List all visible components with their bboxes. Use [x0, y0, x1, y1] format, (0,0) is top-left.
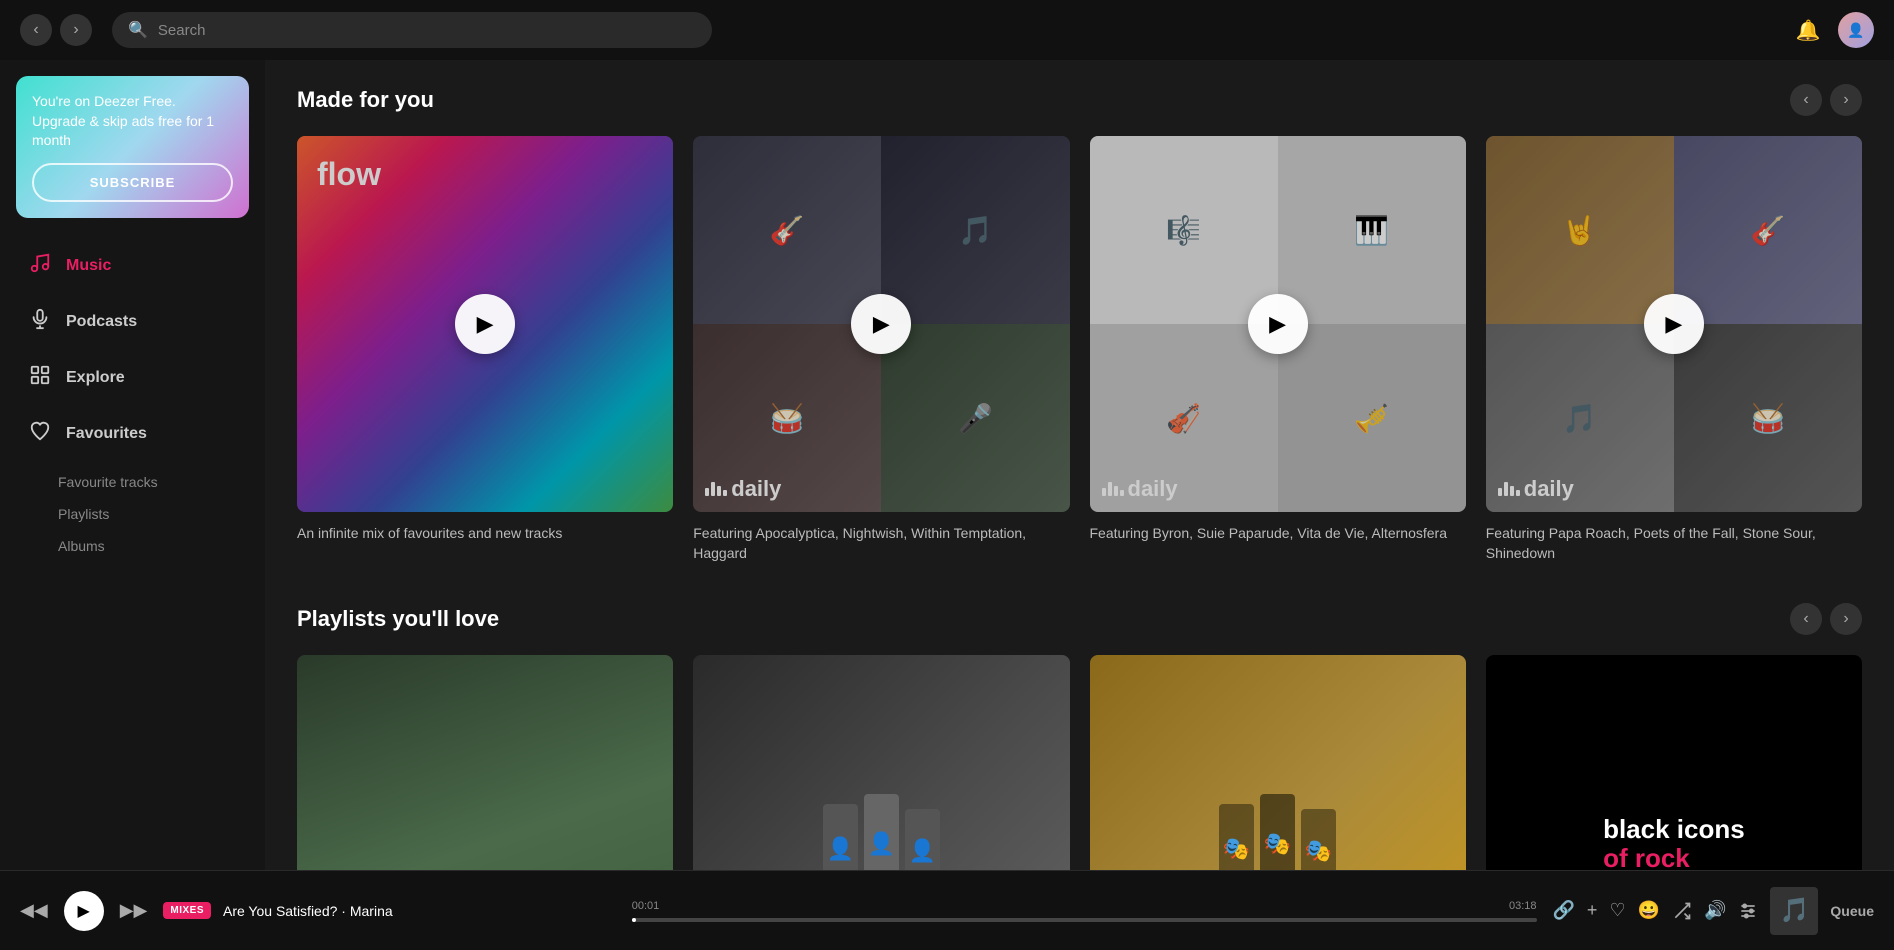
sidebar-item-music-label: Music [66, 257, 111, 275]
playlist2-card[interactable]: 👤 👤 👤 [693, 655, 1069, 870]
queue-button[interactable]: Queue [1830, 903, 1874, 919]
player-info: MIXES Are You Satisfied? · Marina [163, 902, 615, 919]
daily3-play-button[interactable]: ▶ [1644, 294, 1704, 354]
shuffle-button[interactable] [1672, 901, 1692, 921]
sidebar-item-favourites[interactable]: Favourites [8, 408, 257, 460]
flow-thumb: flow ▶ [297, 136, 673, 512]
playlist3-card[interactable]: 🎭 🎭 🎭 [1090, 655, 1466, 870]
sidebar-item-favourites-label: Favourites [66, 425, 147, 443]
sub-nav: Favourite tracks Playlists Albums [0, 462, 265, 566]
music-icon [28, 252, 52, 280]
sidebar-item-music[interactable]: Music [8, 240, 257, 292]
daily1-play-button[interactable]: ▶ [851, 294, 911, 354]
daily2-play-button[interactable]: ▶ [1248, 294, 1308, 354]
daily2-description: Featuring Byron, Suie Paparude, Vita de … [1090, 524, 1466, 544]
avatar[interactable]: 👤 [1838, 12, 1874, 48]
daily3-play-overlay: ▶ [1486, 136, 1862, 512]
playlists-love-title: Playlists you'll love [297, 606, 499, 632]
playlist1-thumb: 👤 👤 👤 👤 [297, 655, 673, 870]
top-bar: ‹ › 🔍 🔔 👤 [0, 0, 1894, 60]
progress-fill [632, 918, 637, 922]
sub-nav-playlists[interactable]: Playlists [58, 498, 265, 530]
player-bar: ◀◀ ▶ ▶▶ MIXES Are You Satisfied? · Marin… [0, 870, 1894, 950]
player-thumbnail: 🎵 [1770, 887, 1818, 935]
daily1-play-overlay: ▶ [693, 136, 1069, 512]
daily2-card[interactable]: 🎼 🎹 🎻 🎺 daily [1090, 136, 1466, 563]
subscribe-button[interactable]: SUBSCRIBE [32, 163, 233, 202]
like-button[interactable]: ♡ [1609, 900, 1625, 921]
sidebar-item-podcasts-label: Podcasts [66, 313, 137, 331]
sidebar-item-explore[interactable]: Explore [8, 352, 257, 404]
progress-bar[interactable] [632, 918, 1537, 922]
made-for-you-title: Made for you [297, 87, 434, 113]
add-to-playlist-button[interactable]: + [1587, 900, 1598, 921]
prev-track-button[interactable]: ◀◀ [20, 900, 48, 921]
forward-button[interactable]: › [60, 14, 92, 46]
playlists-love-next[interactable]: › [1830, 603, 1862, 635]
sidebar: You're on Deezer Free. Upgrade & skip ad… [0, 60, 265, 870]
flow-play-overlay: ▶ [297, 136, 673, 512]
daily1-thumb: 🎸 🎵 🥁 🎤 daily [693, 136, 1069, 512]
made-for-you-header: Made for you ‹ › [297, 84, 1862, 116]
promo-card: You're on Deezer Free. Upgrade & skip ad… [16, 76, 249, 218]
daily3-description: Featuring Papa Roach, Poets of the Fall,… [1486, 524, 1862, 563]
playlist4-card[interactable]: black icons of rock [1486, 655, 1862, 870]
sub-nav-favourite-tracks[interactable]: Favourite tracks [58, 466, 265, 498]
play-pause-button[interactable]: ▶ [64, 891, 104, 931]
search-bar: 🔍 [112, 12, 712, 48]
emoji-reaction-button[interactable]: 😀 [1638, 900, 1660, 921]
content-area: Made for you ‹ › flow ▶ An infinite mix … [265, 60, 1894, 870]
black-icons-line2: of rock [1603, 844, 1745, 870]
sidebar-item-explore-label: Explore [66, 369, 125, 387]
volume-button[interactable]: 🔊 [1704, 900, 1726, 921]
flow-play-button[interactable]: ▶ [455, 294, 515, 354]
time-labels: 00:01 03:18 [632, 900, 1537, 912]
made-for-you-grid: flow ▶ An infinite mix of favourites and… [297, 136, 1862, 563]
playlists-love-nav: ‹ › [1790, 603, 1862, 635]
time-total: 03:18 [1509, 900, 1537, 912]
promo-text: You're on Deezer Free. Upgrade & skip ad… [32, 92, 233, 151]
daily2-play-overlay: ▶ [1090, 136, 1466, 512]
player-actions: 🔗 + ♡ 😀 🔊 🎵 Queue [1553, 887, 1875, 935]
equalizer-button[interactable] [1738, 901, 1758, 921]
made-for-you-next[interactable]: › [1830, 84, 1862, 116]
next-track-button[interactable]: ▶▶ [120, 900, 148, 921]
flow-description: An infinite mix of favourites and new tr… [297, 524, 673, 544]
link-icon[interactable]: 🔗 [1553, 900, 1575, 921]
player-controls: ◀◀ ▶ ▶▶ [20, 891, 147, 931]
daily2-thumb: 🎼 🎹 🎻 🎺 daily [1090, 136, 1466, 512]
playlists-love-prev[interactable]: ‹ [1790, 603, 1822, 635]
mixes-badge: MIXES [163, 902, 211, 919]
made-for-you-nav: ‹ › [1790, 84, 1862, 116]
time-current: 00:01 [632, 900, 660, 912]
notification-icon[interactable]: 🔔 [1794, 16, 1822, 44]
playlist3-thumb: 🎭 🎭 🎭 [1090, 655, 1466, 870]
sub-nav-albums[interactable]: Albums [58, 530, 265, 562]
daily1-description: Featuring Apocalyptica, Nightwish, Withi… [693, 524, 1069, 563]
playlist4-thumb: black icons of rock [1486, 655, 1862, 870]
progress-section: 00:01 03:18 [632, 900, 1537, 922]
playlists-love-grid: 👤 👤 👤 👤 👤 👤 👤 [297, 655, 1862, 870]
flow-card[interactable]: flow ▶ An infinite mix of favourites and… [297, 136, 673, 563]
heart-icon [28, 420, 52, 448]
microphone-icon [28, 308, 52, 336]
black-icons-line1: black icons [1603, 815, 1745, 844]
main-layout: You're on Deezer Free. Upgrade & skip ad… [0, 60, 1894, 870]
daily1-card[interactable]: 🎸 🎵 🥁 🎤 daily [693, 136, 1069, 563]
sidebar-item-podcasts[interactable]: Podcasts [8, 296, 257, 348]
search-input[interactable] [158, 22, 696, 39]
top-right: 🔔 👤 [1794, 12, 1874, 48]
daily3-card[interactable]: 🤘 🎸 🎵 🥁 daily [1486, 136, 1862, 563]
explore-icon [28, 364, 52, 392]
playlists-love-header: Playlists you'll love ‹ › [297, 603, 1862, 635]
playlist2-thumb: 👤 👤 👤 [693, 655, 1069, 870]
back-button[interactable]: ‹ [20, 14, 52, 46]
made-for-you-prev[interactable]: ‹ [1790, 84, 1822, 116]
search-icon: 🔍 [128, 20, 148, 40]
nav-arrows: ‹ › [20, 14, 92, 46]
playlist1-card[interactable]: 👤 👤 👤 👤 [297, 655, 673, 870]
daily3-thumb: 🤘 🎸 🎵 🥁 daily [1486, 136, 1862, 512]
track-name: Are You Satisfied? · Marina [223, 903, 393, 919]
